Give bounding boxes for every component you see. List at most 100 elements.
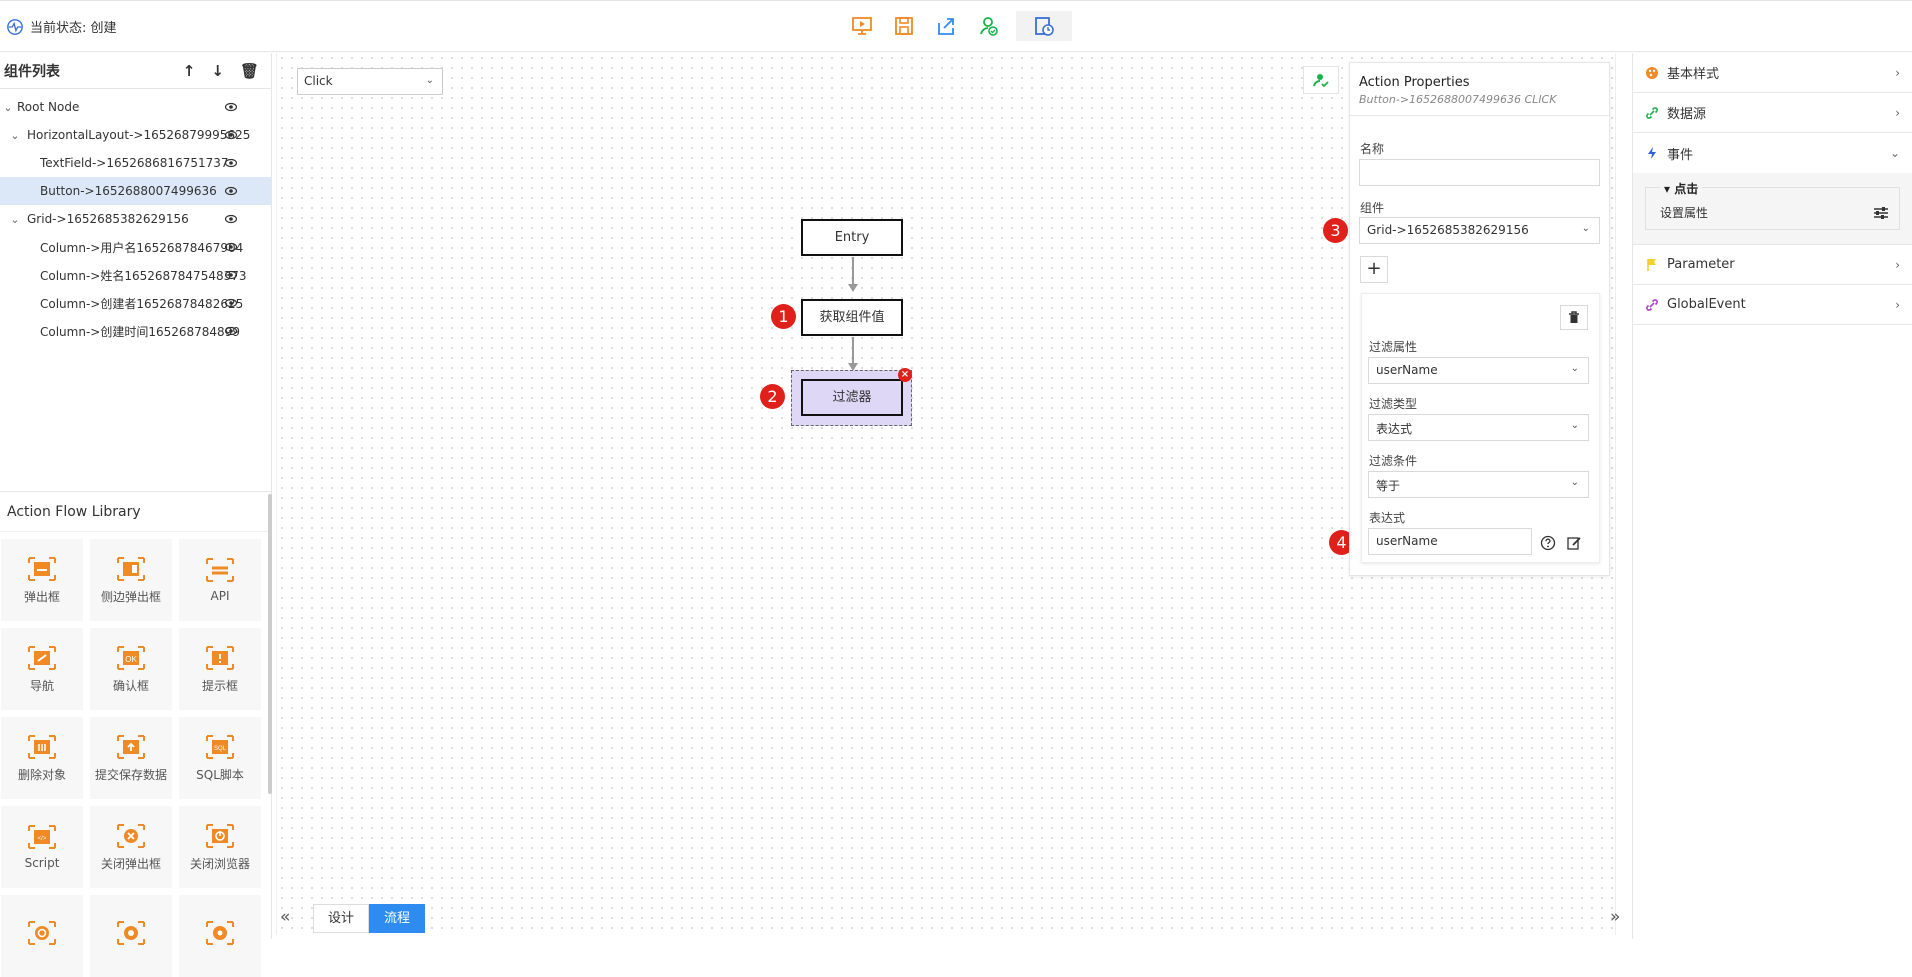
eye-icon[interactable] (225, 297, 237, 309)
export-button[interactable] (932, 11, 960, 41)
section-datasource[interactable]: 数据源 › (1633, 93, 1912, 133)
collapse-left-icon[interactable]: « (280, 907, 290, 927)
user-check-icon (1313, 74, 1329, 88)
tree-node-selected[interactable]: Button->1652688007499636 (0, 177, 271, 205)
library-item-refresh[interactable] (1, 895, 83, 977)
library-item-alert[interactable]: 提示框 (179, 628, 261, 710)
eye-icon[interactable] (225, 185, 237, 197)
history-icon (1035, 17, 1054, 36)
eye-icon[interactable] (225, 325, 237, 337)
publish-button[interactable] (974, 11, 1002, 41)
delete-node-icon[interactable]: × (898, 368, 912, 382)
eye-icon[interactable] (225, 269, 237, 281)
tree-node[interactable]: ⌄ HorizontalLayout->16526879995625 (0, 121, 271, 149)
status-indicator: 当前状态: 创建 (6, 17, 117, 36)
props-title: Action Properties (1359, 75, 1470, 90)
move-down-icon[interactable]: ↓ (211, 62, 224, 80)
annotation-badge-3: 3 (1323, 218, 1348, 243)
expression-input[interactable]: userName (1368, 528, 1532, 555)
section-parameter[interactable]: Parameter › (1633, 245, 1912, 285)
library-item-close-popup[interactable]: 关闭弹出框 (90, 806, 172, 888)
arrow-head-icon (848, 284, 858, 292)
save-icon (895, 17, 913, 35)
flow-node-entry[interactable]: Entry (801, 219, 903, 256)
library-item-popup[interactable]: 弹出框 (1, 539, 83, 621)
tree-node[interactable]: TextField->1652686816751737 (0, 149, 271, 177)
eye-icon[interactable] (225, 101, 237, 113)
close-browser-icon (204, 823, 236, 849)
library-item-sql[interactable]: SQL SQL脚本 (179, 717, 261, 799)
chevron-down-icon: ⌄ (1889, 146, 1900, 160)
library-item-gear[interactable] (179, 895, 261, 977)
delete-filter-button[interactable] (1560, 305, 1588, 330)
expression-label: 表达式 (1369, 511, 1406, 525)
tree-node[interactable]: ⌄ Root Node (0, 93, 271, 121)
eye-icon[interactable] (225, 129, 237, 141)
filter-condition-label: 过滤条件 (1369, 454, 1418, 468)
section-global-event[interactable]: GlobalEvent › (1633, 285, 1912, 325)
publish-icon (980, 17, 998, 36)
chevron-down-icon: ⌄ (1570, 420, 1579, 431)
library-item-api[interactable]: API (179, 539, 261, 621)
tree-node[interactable]: Column->创建时间165268784899 (0, 317, 271, 345)
right-panel: 基本样式 › 数据源 › 事件 ⌄ ▾ 点击 设置属性 Parameter › … (1632, 53, 1912, 939)
collapse-right-icon[interactable]: » (1610, 907, 1620, 927)
component-tree-header: 组件列表 ↑ ↓ 🗑 (0, 53, 271, 89)
name-input[interactable] (1359, 159, 1600, 186)
library-scrollbar[interactable] (268, 494, 272, 794)
library-item-side-popup[interactable]: 侧边弹出框 (90, 539, 172, 621)
tab-flow[interactable]: 流程 (369, 904, 426, 933)
section-basic-style[interactable]: 基本样式 › (1633, 53, 1912, 93)
eye-icon[interactable] (225, 241, 237, 253)
tree-node[interactable]: Column->创建者16526878482625 (0, 289, 271, 317)
annotation-badge-2: 2 (760, 384, 785, 409)
eye-icon[interactable] (225, 213, 237, 225)
section-events[interactable]: 事件 ⌄ (1633, 133, 1912, 173)
add-filter-button[interactable]: + (1360, 256, 1388, 283)
chevron-down-icon: ⌄ (1570, 477, 1579, 488)
library-item-confirm[interactable]: OK 确认框 (90, 628, 172, 710)
chevron-down-icon[interactable]: ⌄ (2, 101, 14, 114)
chevron-down-icon: ⌄ (1581, 223, 1590, 234)
filter-condition-select[interactable]: 等于 ⌄ (1368, 471, 1589, 498)
tree-node[interactable]: Column->姓名1652687847548373 (0, 261, 271, 289)
lightning-icon (1648, 147, 1656, 159)
tree-node[interactable]: ⌄ Grid->1652685382629156 (0, 205, 271, 233)
flow-node-filter[interactable]: 过滤器 (801, 379, 903, 416)
trash-icon[interactable]: 🗑 (240, 62, 259, 80)
flow-node-get-component-value[interactable]: 获取组件值 (801, 299, 903, 336)
library-item-navigation[interactable]: 导航 (1, 628, 83, 710)
chevron-down-icon[interactable]: ⌄ (9, 213, 21, 226)
settings-sliders-icon[interactable] (1873, 206, 1889, 220)
trash-icon (1569, 311, 1579, 323)
eye-icon[interactable] (225, 157, 237, 169)
preview-button[interactable] (848, 11, 876, 41)
alert-icon (204, 645, 236, 671)
move-up-icon[interactable]: ↑ (183, 62, 196, 80)
filter-attr-select[interactable]: userName ⌄ (1368, 357, 1589, 384)
filter-type-label: 过滤类型 (1369, 397, 1418, 411)
svg-text:SQL: SQL (214, 746, 227, 752)
component-select[interactable]: Grid->1652685382629156 ⌄ (1359, 217, 1600, 244)
tree-node[interactable]: Column->用户名16526878467904 (0, 233, 271, 261)
event-group-title[interactable]: ▾ 点击 (1660, 180, 1703, 197)
tab-design[interactable]: 设计 (313, 904, 370, 933)
filter-type-select[interactable]: 表达式 ⌄ (1368, 414, 1589, 441)
event-select[interactable]: Click ⌄ (297, 68, 443, 95)
edit-icon[interactable] (1566, 535, 1582, 551)
help-icon[interactable] (1540, 535, 1556, 551)
library-item-target[interactable] (90, 895, 172, 977)
library-item-delete-object[interactable]: 删除对象 (1, 717, 83, 799)
history-button[interactable] (1016, 11, 1072, 41)
library-item-script[interactable]: </> Script (1, 806, 83, 888)
assign-user-button[interactable] (1303, 66, 1339, 94)
top-toolbar: 当前状态: 创建 (0, 0, 1912, 52)
library-item-submit-save[interactable]: 提交保存数据 (90, 717, 172, 799)
library-item-close-browser[interactable]: 关闭浏览器 (179, 806, 261, 888)
library-title: Action Flow Library (0, 492, 272, 532)
export-icon (938, 18, 954, 35)
refresh-icon (26, 920, 58, 946)
popup-icon (26, 556, 58, 582)
chevron-down-icon[interactable]: ⌄ (9, 129, 21, 142)
save-button[interactable] (890, 11, 918, 41)
